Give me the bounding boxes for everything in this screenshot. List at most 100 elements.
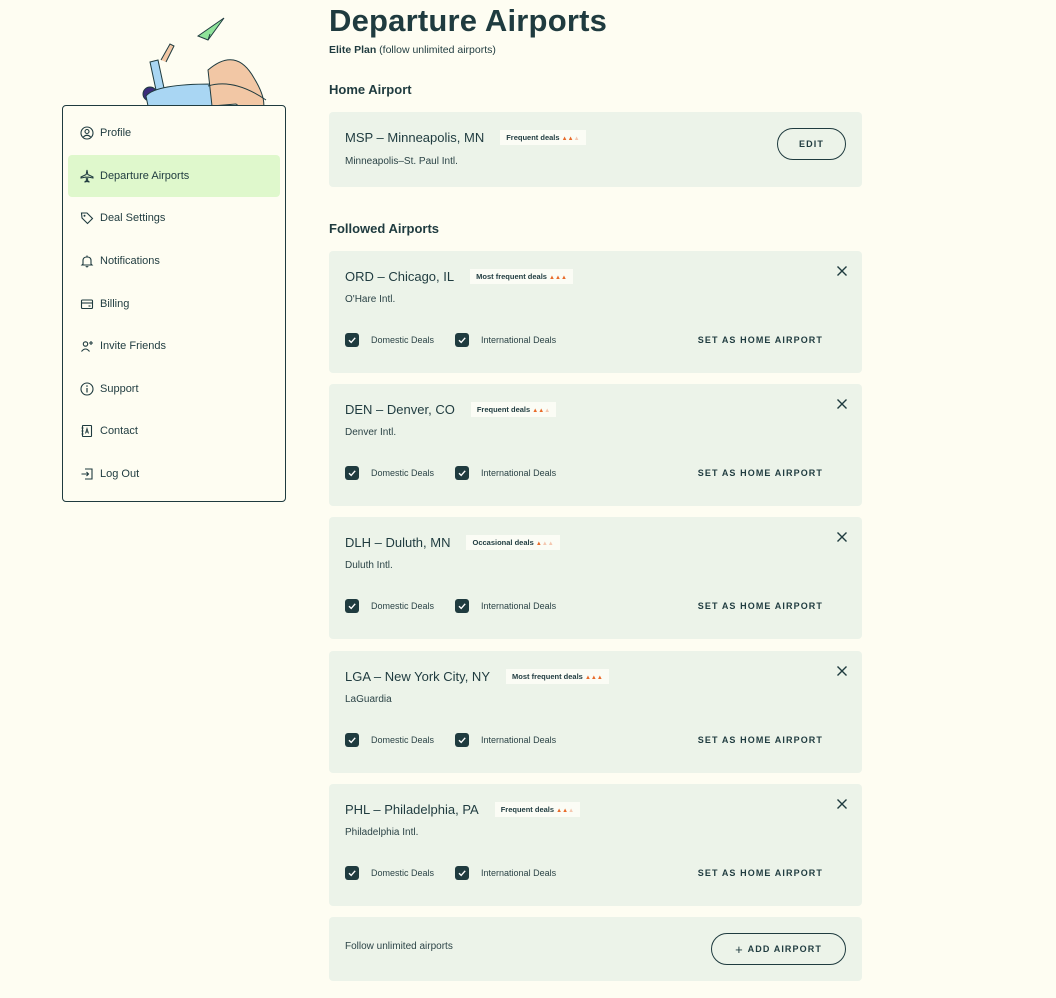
international-deals-label: International Deals bbox=[481, 868, 557, 878]
domestic-deals-label: Domestic Deals bbox=[371, 601, 435, 611]
edit-button[interactable]: EDIT bbox=[777, 128, 846, 160]
airport-code: DEN – Denver, CO bbox=[345, 402, 455, 417]
airport-code: LGA – New York City, NY bbox=[345, 669, 490, 684]
airport-name: Denver Intl. bbox=[345, 427, 397, 438]
sidebar-item-label: Contact bbox=[100, 425, 138, 438]
international-deals-checkbox[interactable] bbox=[455, 733, 470, 747]
domestic-deals-label: Domestic Deals bbox=[371, 468, 435, 478]
deal-frequency-badge: Frequent deals ▲▲▲ bbox=[494, 802, 581, 817]
close-icon[interactable] bbox=[836, 798, 848, 810]
deal-frequency-badge: Frequent deals ▲▲▲ bbox=[500, 130, 586, 145]
sidebar-item-profile[interactable]: Profile bbox=[68, 112, 280, 155]
set-as-home-airport-button[interactable]: SET AS HOME AIRPORT bbox=[698, 468, 823, 478]
plan-name: Elite Plan bbox=[329, 44, 377, 56]
flame-icon: ▲▲▲ bbox=[556, 808, 575, 814]
sidebar-item-label: Billing bbox=[100, 297, 130, 310]
set-as-home-airport-button[interactable]: SET AS HOME AIRPORT bbox=[698, 335, 823, 345]
airport-code: DLH – Duluth, MN bbox=[345, 535, 451, 550]
sidebar-item-billing[interactable]: Billing bbox=[68, 282, 280, 325]
sidebar-item-label: Deal Settings bbox=[100, 212, 166, 225]
set-as-home-airport-button[interactable]: SET AS HOME AIRPORT bbox=[698, 735, 823, 745]
sidebar-item-label: Profile bbox=[100, 127, 132, 140]
domestic-deals-checkbox[interactable] bbox=[345, 733, 359, 747]
add-user-icon bbox=[81, 341, 93, 353]
international-deals-label: International Deals bbox=[481, 335, 557, 345]
international-deals-checkbox[interactable] bbox=[455, 333, 470, 347]
sidebar-item-invite-friends[interactable]: Invite Friends bbox=[68, 325, 280, 368]
airport-name: Philadelphia Intl. bbox=[345, 827, 419, 838]
follow-unlimited-text: Follow unlimited airports bbox=[345, 941, 453, 952]
followed-airport-card: ORD – Chicago, IL Most frequent deals ▲▲▲… bbox=[329, 251, 862, 373]
followed-airports-heading: Followed Airports bbox=[329, 221, 440, 236]
international-deals-label: International Deals bbox=[481, 601, 557, 611]
international-deals-checkbox[interactable] bbox=[455, 599, 470, 613]
sidebar-item-contact[interactable]: Contact bbox=[68, 410, 280, 453]
page-title: Departure Airports bbox=[329, 3, 608, 38]
deal-frequency-badge: Most frequent deals ▲▲▲ bbox=[506, 669, 609, 684]
set-as-home-airport-button[interactable]: SET AS HOME AIRPORT bbox=[698, 868, 823, 878]
flame-icon: ▲▲▲ bbox=[561, 136, 580, 142]
domestic-deals-checkbox[interactable] bbox=[345, 333, 359, 347]
close-icon[interactable] bbox=[836, 398, 848, 410]
sidebar-item-notifications[interactable]: Notifications bbox=[68, 240, 280, 283]
user-circle-icon bbox=[80, 126, 94, 140]
flame-icon: ▲▲▲ bbox=[535, 541, 554, 547]
domestic-deals-checkbox[interactable] bbox=[345, 466, 359, 480]
followed-airport-card: DEN – Denver, CO Frequent deals ▲▲▲ Denver… bbox=[329, 384, 862, 506]
airport-name: Duluth Intl. bbox=[345, 560, 393, 571]
sidebar-item-label: Invite Friends bbox=[100, 340, 167, 353]
airport-code: PHL – Philadelphia, PA bbox=[345, 802, 479, 817]
settings-sidebar: Profile Departure Airports Deal Settings No… bbox=[62, 105, 286, 502]
international-deals-label: International Deals bbox=[481, 735, 557, 745]
contact-book-icon bbox=[81, 425, 93, 438]
add-airport-button[interactable]: + ADD AIRPORT bbox=[711, 933, 846, 965]
airport-code: ORD – Chicago, IL bbox=[345, 269, 455, 284]
close-icon[interactable] bbox=[836, 531, 848, 543]
close-icon[interactable] bbox=[836, 665, 848, 677]
domestic-deals-label: Domestic Deals bbox=[371, 335, 435, 345]
airplane-icon bbox=[80, 169, 94, 183]
plan-subtitle: Elite Plan (follow unlimited airports) bbox=[329, 44, 496, 56]
set-as-home-airport-button[interactable]: SET AS HOME AIRPORT bbox=[698, 601, 823, 611]
plus-icon: + bbox=[735, 941, 743, 957]
followed-airport-card: DLH – Duluth, MN Occasional deals ▲▲▲ Dulu… bbox=[329, 517, 862, 639]
sidebar-item-label: Notifications bbox=[100, 255, 160, 268]
airport-name: LaGuardia bbox=[345, 694, 392, 705]
deal-frequency-badge: Occasional deals ▲▲▲ bbox=[466, 535, 560, 550]
close-icon[interactable] bbox=[836, 265, 848, 277]
followed-airport-card: LGA – New York City, NY Most frequent dea… bbox=[329, 651, 862, 773]
paper-plane-icon bbox=[196, 17, 225, 41]
sidebar-item-departure-airports[interactable]: Departure Airports bbox=[68, 154, 280, 198]
bell-icon bbox=[80, 255, 94, 268]
domestic-deals-checkbox[interactable] bbox=[345, 599, 359, 613]
sidebar-item-deal-settings[interactable]: Deal Settings bbox=[68, 197, 280, 240]
deal-frequency-badge: Frequent deals ▲▲▲ bbox=[470, 402, 557, 417]
domestic-deals-label: Domestic Deals bbox=[371, 735, 435, 745]
info-icon bbox=[80, 382, 94, 396]
sidebar-item-label: Support bbox=[100, 382, 139, 395]
home-airport-heading: Home Airport bbox=[329, 82, 412, 97]
sidebar-item-label: Departure Airports bbox=[100, 169, 190, 182]
international-deals-checkbox[interactable] bbox=[455, 866, 470, 880]
deal-frequency-badge: Most frequent deals ▲▲▲ bbox=[470, 269, 573, 284]
sidebar-item-log-out[interactable]: Log Out bbox=[68, 453, 280, 496]
sidebar-item-support[interactable]: Support bbox=[68, 368, 280, 411]
plan-description: (follow unlimited airports) bbox=[376, 44, 496, 56]
domestic-deals-checkbox[interactable] bbox=[345, 866, 359, 880]
airport-name: O'Hare Intl. bbox=[345, 294, 396, 305]
followed-airport-card: PHL – Philadelphia, PA Frequent deals ▲▲▲… bbox=[329, 784, 862, 906]
wallet-icon bbox=[80, 299, 94, 309]
logout-icon bbox=[81, 468, 93, 480]
international-deals-label: International Deals bbox=[481, 468, 557, 478]
home-airport-name: Minneapolis–St. Paul Intl. bbox=[345, 156, 458, 167]
international-deals-checkbox[interactable] bbox=[455, 466, 470, 480]
flame-icon: ▲▲▲ bbox=[549, 275, 567, 281]
sidebar-item-label: Log Out bbox=[100, 468, 140, 481]
add-airport-label: ADD AIRPORT bbox=[747, 944, 822, 954]
add-airport-card: Follow unlimited airports + ADD AIRPORT bbox=[329, 917, 862, 981]
domestic-deals-label: Domestic Deals bbox=[371, 868, 435, 878]
flame-icon: ▲▲▲ bbox=[532, 408, 551, 414]
home-airport-card: MSP – Minneapolis, MN Frequent deals ▲▲▲… bbox=[329, 112, 862, 187]
tag-icon bbox=[80, 212, 94, 225]
home-airport-code: MSP – Minneapolis, MN bbox=[345, 130, 485, 145]
